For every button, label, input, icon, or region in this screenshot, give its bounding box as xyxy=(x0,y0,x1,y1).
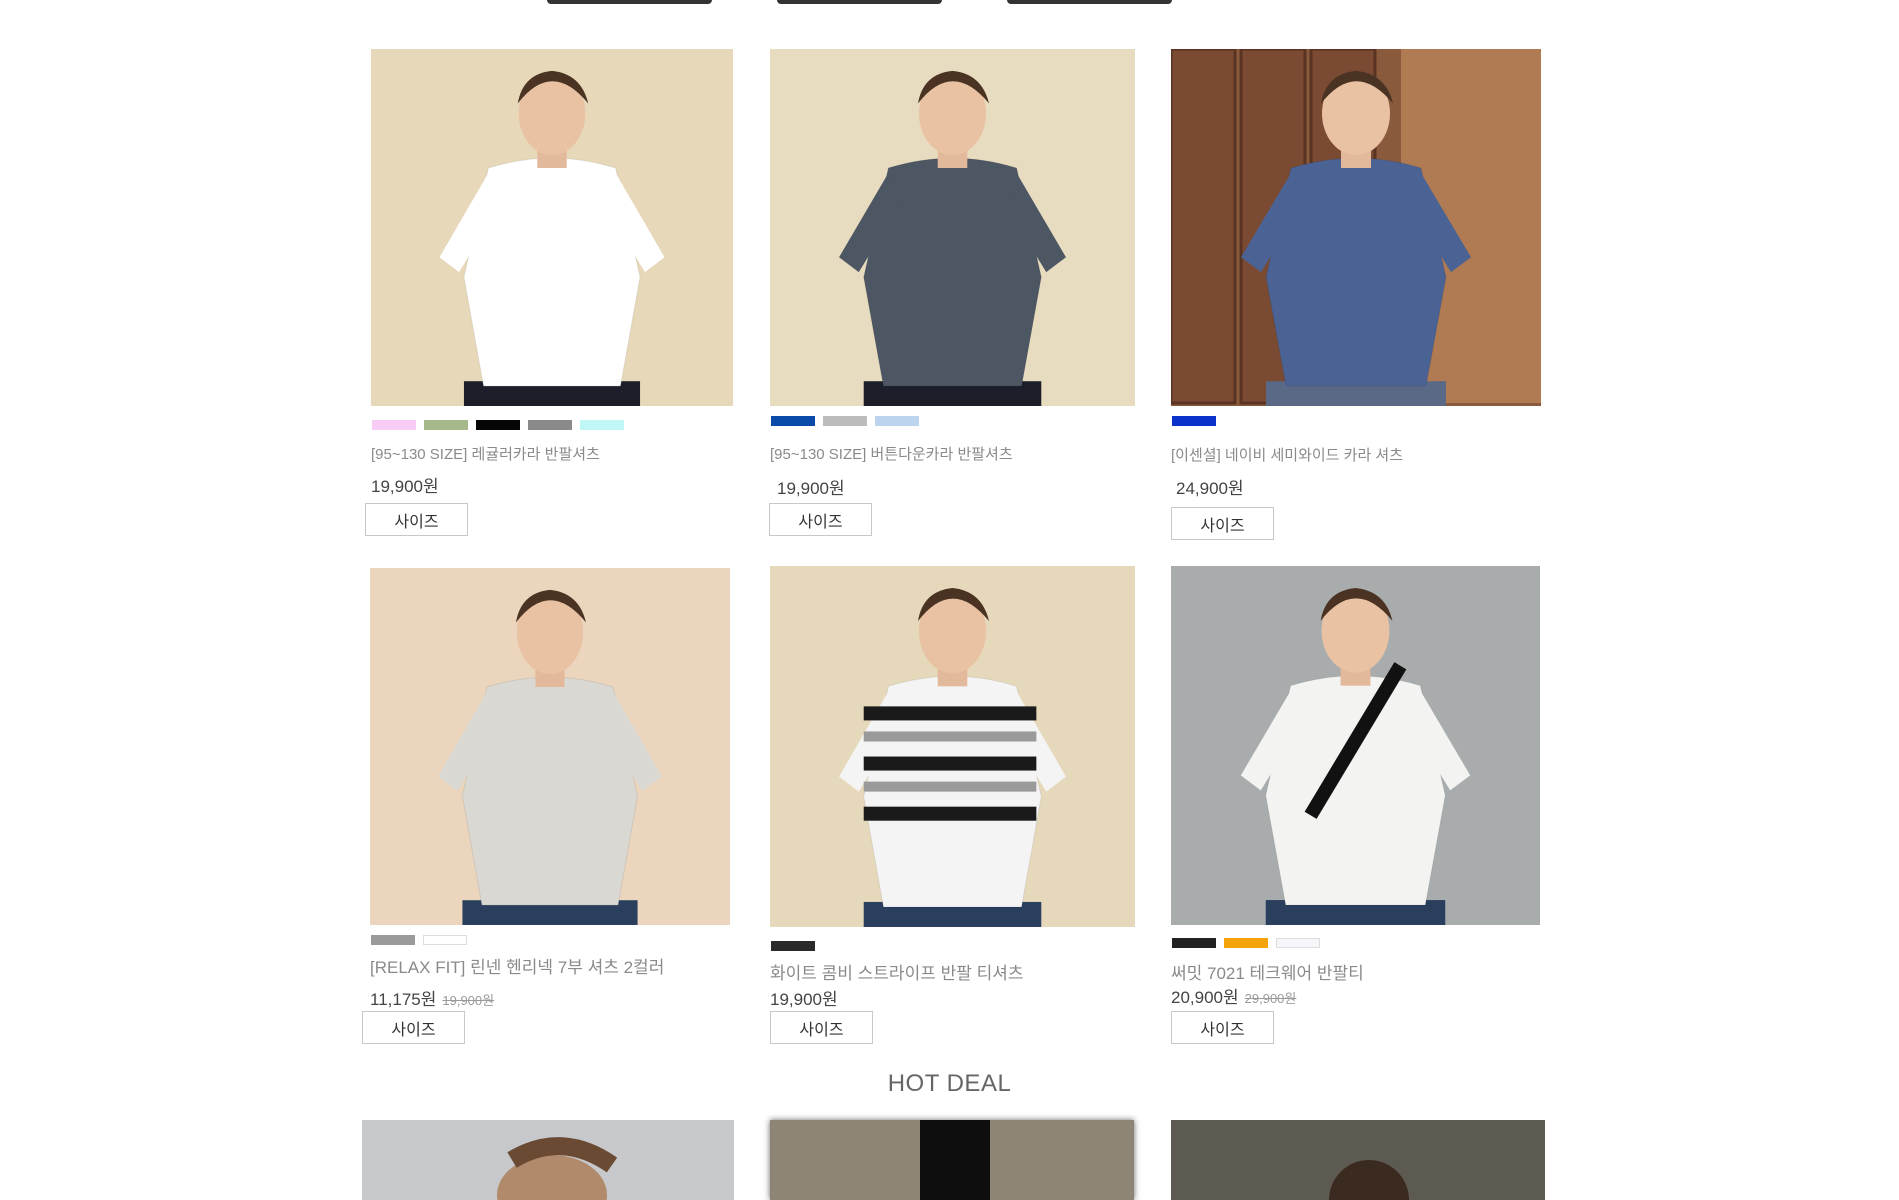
product-name[interactable]: [RELAX FIT] 린넨 헨리넥 7부 셔츠 2컬러 xyxy=(370,953,664,978)
color-swatch[interactable] xyxy=(1172,416,1216,426)
color-swatches xyxy=(371,935,467,945)
product-photo[interactable] xyxy=(1171,566,1540,925)
color-swatches xyxy=(372,420,624,430)
hot-deal-photo-3 xyxy=(1329,1160,1409,1200)
sale-price: 19,900원 xyxy=(770,990,838,1009)
hot-deal-item-1[interactable] xyxy=(362,1120,734,1200)
product-photo[interactable] xyxy=(770,49,1135,406)
color-swatch[interactable] xyxy=(528,420,572,430)
color-swatch[interactable] xyxy=(1224,938,1268,948)
price-box: 11,175원 19,900원 xyxy=(370,985,494,1010)
product-name[interactable]: [95~130 SIZE] 레귤러카라 반팔셔츠 xyxy=(371,443,600,464)
size-button[interactable]: 사이즈 xyxy=(1171,1011,1274,1044)
size-button[interactable]: 사이즈 xyxy=(365,503,468,536)
price-box: 19,900원 xyxy=(371,472,439,497)
hot-deal-photo-2 xyxy=(920,1120,990,1200)
hot-deal-title: HOT DEAL xyxy=(887,1070,1012,1097)
color-swatch[interactable] xyxy=(371,935,415,945)
color-swatch[interactable] xyxy=(372,420,416,430)
color-swatch[interactable] xyxy=(1172,938,1216,948)
color-swatches xyxy=(1172,938,1320,948)
top-tab-3[interactable] xyxy=(1007,0,1172,4)
color-swatch[interactable] xyxy=(423,935,467,945)
color-swatch[interactable] xyxy=(1276,938,1320,948)
size-button[interactable]: 사이즈 xyxy=(362,1011,465,1044)
product-photo[interactable] xyxy=(371,49,733,406)
sale-price: 24,900원 xyxy=(1176,479,1244,498)
hot-deal-item-3[interactable] xyxy=(1171,1120,1545,1200)
sale-price: 20,900원 xyxy=(1171,988,1239,1007)
sale-price: 19,900원 xyxy=(371,477,439,496)
color-swatches xyxy=(771,941,815,951)
product-name[interactable]: [95~130 SIZE] 버튼다운카라 반팔셔츠 xyxy=(770,443,1013,464)
size-button[interactable]: 사이즈 xyxy=(1171,507,1274,540)
original-price: 29,900원 xyxy=(1244,991,1297,1006)
price-box: 20,900원 29,900원 xyxy=(1171,983,1296,1008)
sale-price: 11,175원 xyxy=(370,990,437,1009)
top-tab-1[interactable] xyxy=(547,0,712,4)
hot-deal-photo-1 xyxy=(497,1137,618,1200)
hot-deal-item-2[interactable] xyxy=(770,1120,1134,1200)
size-button[interactable]: 사이즈 xyxy=(769,503,872,536)
color-swatch[interactable] xyxy=(580,420,624,430)
price-box: 19,900원 xyxy=(777,474,845,499)
price-box: 24,900원 xyxy=(1176,474,1244,499)
sale-price: 19,900원 xyxy=(777,479,845,498)
product-photo[interactable] xyxy=(770,566,1135,927)
product-photo[interactable] xyxy=(370,568,730,925)
color-swatches xyxy=(771,416,919,426)
product-name[interactable]: 화이트 콤비 스트라이프 반팔 티셔츠 xyxy=(770,959,1024,984)
original-price: 19,900원 xyxy=(442,993,495,1008)
color-swatch[interactable] xyxy=(771,416,815,426)
color-swatch[interactable] xyxy=(875,416,919,426)
price-box: 19,900원 xyxy=(770,985,838,1010)
product-name[interactable]: 써밋 7021 테크웨어 반팔티 xyxy=(1171,959,1364,984)
product-name[interactable]: [이센셜] 네이비 세미와이드 카라 셔츠 xyxy=(1171,444,1403,465)
size-button[interactable]: 사이즈 xyxy=(770,1011,873,1044)
top-tab-2[interactable] xyxy=(777,0,942,4)
color-swatch[interactable] xyxy=(476,420,520,430)
color-swatches xyxy=(1172,416,1216,426)
color-swatch[interactable] xyxy=(424,420,468,430)
color-swatch[interactable] xyxy=(823,416,867,426)
product-photo[interactable] xyxy=(1171,49,1541,406)
color-swatch[interactable] xyxy=(771,941,815,951)
